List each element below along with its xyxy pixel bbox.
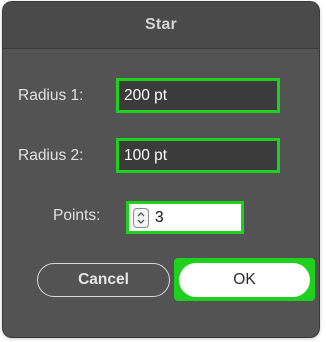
star-dialog: Star Radius 1: Radius 2: Points: Cancel … bbox=[3, 2, 319, 337]
radius1-input[interactable] bbox=[124, 86, 277, 105]
points-field[interactable] bbox=[126, 201, 244, 234]
points-label: Points: bbox=[53, 207, 101, 224]
cancel-button-label: Cancel bbox=[78, 271, 129, 288]
points-input[interactable] bbox=[155, 208, 195, 227]
radius2-input[interactable] bbox=[124, 146, 277, 165]
ok-button[interactable]: OK bbox=[179, 263, 310, 297]
radius1-label: Radius 1: bbox=[18, 87, 84, 104]
ok-button-label: OK bbox=[233, 271, 256, 288]
dialog-titlebar: Star bbox=[3, 2, 319, 49]
radius1-field[interactable] bbox=[116, 78, 280, 113]
up-down-stepper-icon[interactable] bbox=[133, 207, 149, 228]
radius2-field[interactable] bbox=[116, 138, 280, 173]
radius2-label: Radius 2: bbox=[18, 147, 84, 164]
cancel-button[interactable]: Cancel bbox=[37, 263, 170, 297]
dialog-title: Star bbox=[145, 16, 177, 33]
